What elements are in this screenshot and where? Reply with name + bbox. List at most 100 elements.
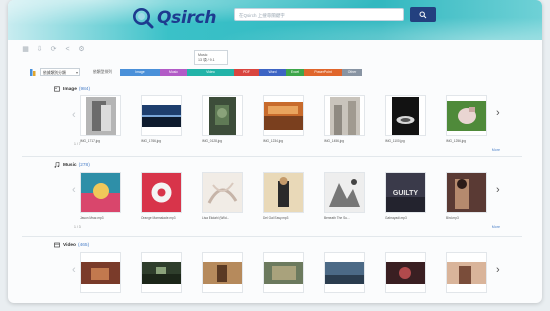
image-caption: IMG_1717.jpg: [80, 139, 101, 143]
music-card[interactable]: Lisa Ekdahl (Wild...: [202, 172, 243, 220]
music-caption: Bird.mp3: [446, 216, 459, 220]
music-card[interactable]: GUILTY Gabrayadi.mp3: [385, 172, 426, 220]
video-card[interactable]: [385, 252, 426, 293]
type-music[interactable]: Music: [159, 68, 187, 76]
music-card[interactable]: Del Gal Easy.mp3: [263, 172, 304, 220]
tooltip-line2: 13 項 / 9.1: [198, 58, 215, 62]
filter-row: 依據類別分類 依類型排列 Image Music Video PDF Word …: [30, 67, 362, 77]
video-card[interactable]: [324, 252, 365, 293]
album-cover[interactable]: [263, 172, 304, 213]
video-count[interactable]: (465): [78, 243, 89, 248]
refresh-icon[interactable]: ⟳: [50, 46, 57, 53]
album-cover-title: GUILTY: [393, 190, 418, 197]
qsirch-logo-icon: [133, 8, 154, 29]
music-note-icon: [54, 162, 60, 168]
video-card[interactable]: [202, 252, 243, 293]
album-cover[interactable]: [324, 172, 365, 213]
music-prev-arrow[interactable]: ‹: [72, 185, 76, 196]
image-card[interactable]: IMG_1100.jpg: [385, 95, 426, 143]
image-thumb[interactable]: [141, 95, 182, 136]
music-caption: Beneath The Su...: [324, 216, 350, 220]
type-powerpoint[interactable]: PowerPoint: [303, 68, 342, 76]
video-prev-arrow[interactable]: ‹: [72, 265, 76, 276]
music-caption: Del Gal Easy.mp3: [263, 216, 289, 220]
music-card[interactable]: Beneath The Su...: [324, 172, 365, 220]
search-button[interactable]: [410, 7, 436, 22]
image-thumb[interactable]: [202, 95, 243, 136]
video-thumbnails: [80, 252, 487, 293]
video-card[interactable]: [263, 252, 304, 293]
image-pager: 1 / 7: [74, 142, 81, 146]
video-thumb[interactable]: [446, 252, 487, 293]
image-card[interactable]: IMG_1234.jpg: [263, 95, 304, 143]
video-card[interactable]: [446, 252, 487, 293]
video-card[interactable]: [80, 252, 121, 293]
music-count[interactable]: (278): [79, 163, 90, 168]
music-more-link[interactable]: More: [492, 225, 500, 229]
settings-icon[interactable]: ⚙: [78, 46, 85, 53]
image-caption: IMG_1100.jpg: [385, 139, 405, 143]
divider: [22, 236, 522, 237]
video-thumb[interactable]: [80, 252, 121, 293]
type-excel[interactable]: Excel: [285, 68, 304, 76]
image-thumb[interactable]: [80, 95, 121, 136]
image-card[interactable]: IMG_1717.jpg: [80, 95, 121, 143]
type-image[interactable]: Image: [119, 68, 160, 76]
video-thumb[interactable]: [202, 252, 243, 293]
image-thumb[interactable]: [263, 95, 304, 136]
image-section: Image (984) ‹ IMG_1717.jpg IMG_1766.jpg …: [54, 85, 506, 155]
image-thumbnails: IMG_1717.jpg IMG_1766.jpg IMG_0128.jpg I…: [80, 95, 487, 143]
logo-text: Qsirch: [157, 8, 217, 28]
music-card[interactable]: Bird.mp3: [446, 172, 487, 220]
video-section: Video (465) ‹ ›: [54, 241, 506, 301]
image-section-title: Image (984): [54, 85, 506, 93]
image-card[interactable]: IMG_1766.jpg: [141, 95, 182, 143]
grid-view-icon[interactable]: ▦: [22, 46, 29, 53]
album-cover[interactable]: [446, 172, 487, 213]
type-video[interactable]: Video: [186, 68, 234, 76]
video-thumb[interactable]: [141, 252, 182, 293]
album-cover[interactable]: [202, 172, 243, 213]
video-thumb[interactable]: [324, 252, 365, 293]
type-other[interactable]: Other: [341, 68, 362, 76]
type-pdf[interactable]: PDF: [233, 68, 259, 76]
video-thumb[interactable]: [263, 252, 304, 293]
album-cover[interactable]: GUILTY: [385, 172, 426, 213]
search-input[interactable]: 在Qsirch 上搜尋關鍵字: [234, 8, 404, 21]
video-thumb[interactable]: [385, 252, 426, 293]
image-thumb[interactable]: [385, 95, 426, 136]
image-next-arrow[interactable]: ›: [496, 108, 500, 119]
music-card[interactable]: Orange Marmalade.mp3: [141, 172, 182, 220]
music-next-arrow[interactable]: ›: [496, 185, 500, 196]
album-cover[interactable]: [80, 172, 121, 213]
category-select[interactable]: 依據類別分類: [40, 68, 80, 77]
image-card[interactable]: IMG_0128.jpg: [202, 95, 243, 143]
image-icon: [54, 86, 60, 92]
type-word[interactable]: Word: [258, 68, 286, 76]
logo[interactable]: Qsirch: [132, 5, 216, 31]
image-thumb[interactable]: [324, 95, 365, 136]
music-card[interactable]: Jason Mraz.mp3: [80, 172, 121, 220]
share-icon[interactable]: <: [64, 46, 71, 53]
image-thumb[interactable]: [446, 95, 487, 136]
video-next-arrow[interactable]: ›: [496, 265, 500, 276]
video-card[interactable]: [141, 252, 182, 293]
music-thumbnails: Jason Mraz.mp3 Orange Marmalade.mp3 Lisa…: [80, 172, 487, 220]
music-caption: Lisa Ekdahl (Wild...: [202, 216, 230, 220]
image-caption: IMG_1766.jpg: [141, 139, 162, 143]
image-card[interactable]: IMG_1256.jpg: [446, 95, 487, 143]
image-more-link[interactable]: More: [492, 148, 500, 152]
image-card[interactable]: IMG_1456.jpg: [324, 95, 365, 143]
download-icon[interactable]: ⇩: [36, 46, 43, 53]
sort-label: 依類型排列: [93, 69, 112, 74]
image-caption: IMG_0128.jpg: [202, 139, 223, 143]
image-prev-arrow[interactable]: ‹: [72, 110, 76, 121]
music-section: Music (278) ‹ Jason Mraz.mp3 Orange Marm…: [54, 161, 506, 236]
album-cover[interactable]: [141, 172, 182, 213]
category-filter-icon: [30, 68, 36, 76]
tooltip: Music 13 項 / 9.1: [194, 50, 228, 65]
video-section-title: Video (465): [54, 241, 506, 249]
qsirch-window: Qsirch 在Qsirch 上搜尋關鍵字 ▦ ⇩ ⟳ < ⚙ Music 13…: [8, 0, 542, 303]
image-count[interactable]: (984): [79, 87, 90, 92]
music-title: Music: [63, 162, 77, 168]
